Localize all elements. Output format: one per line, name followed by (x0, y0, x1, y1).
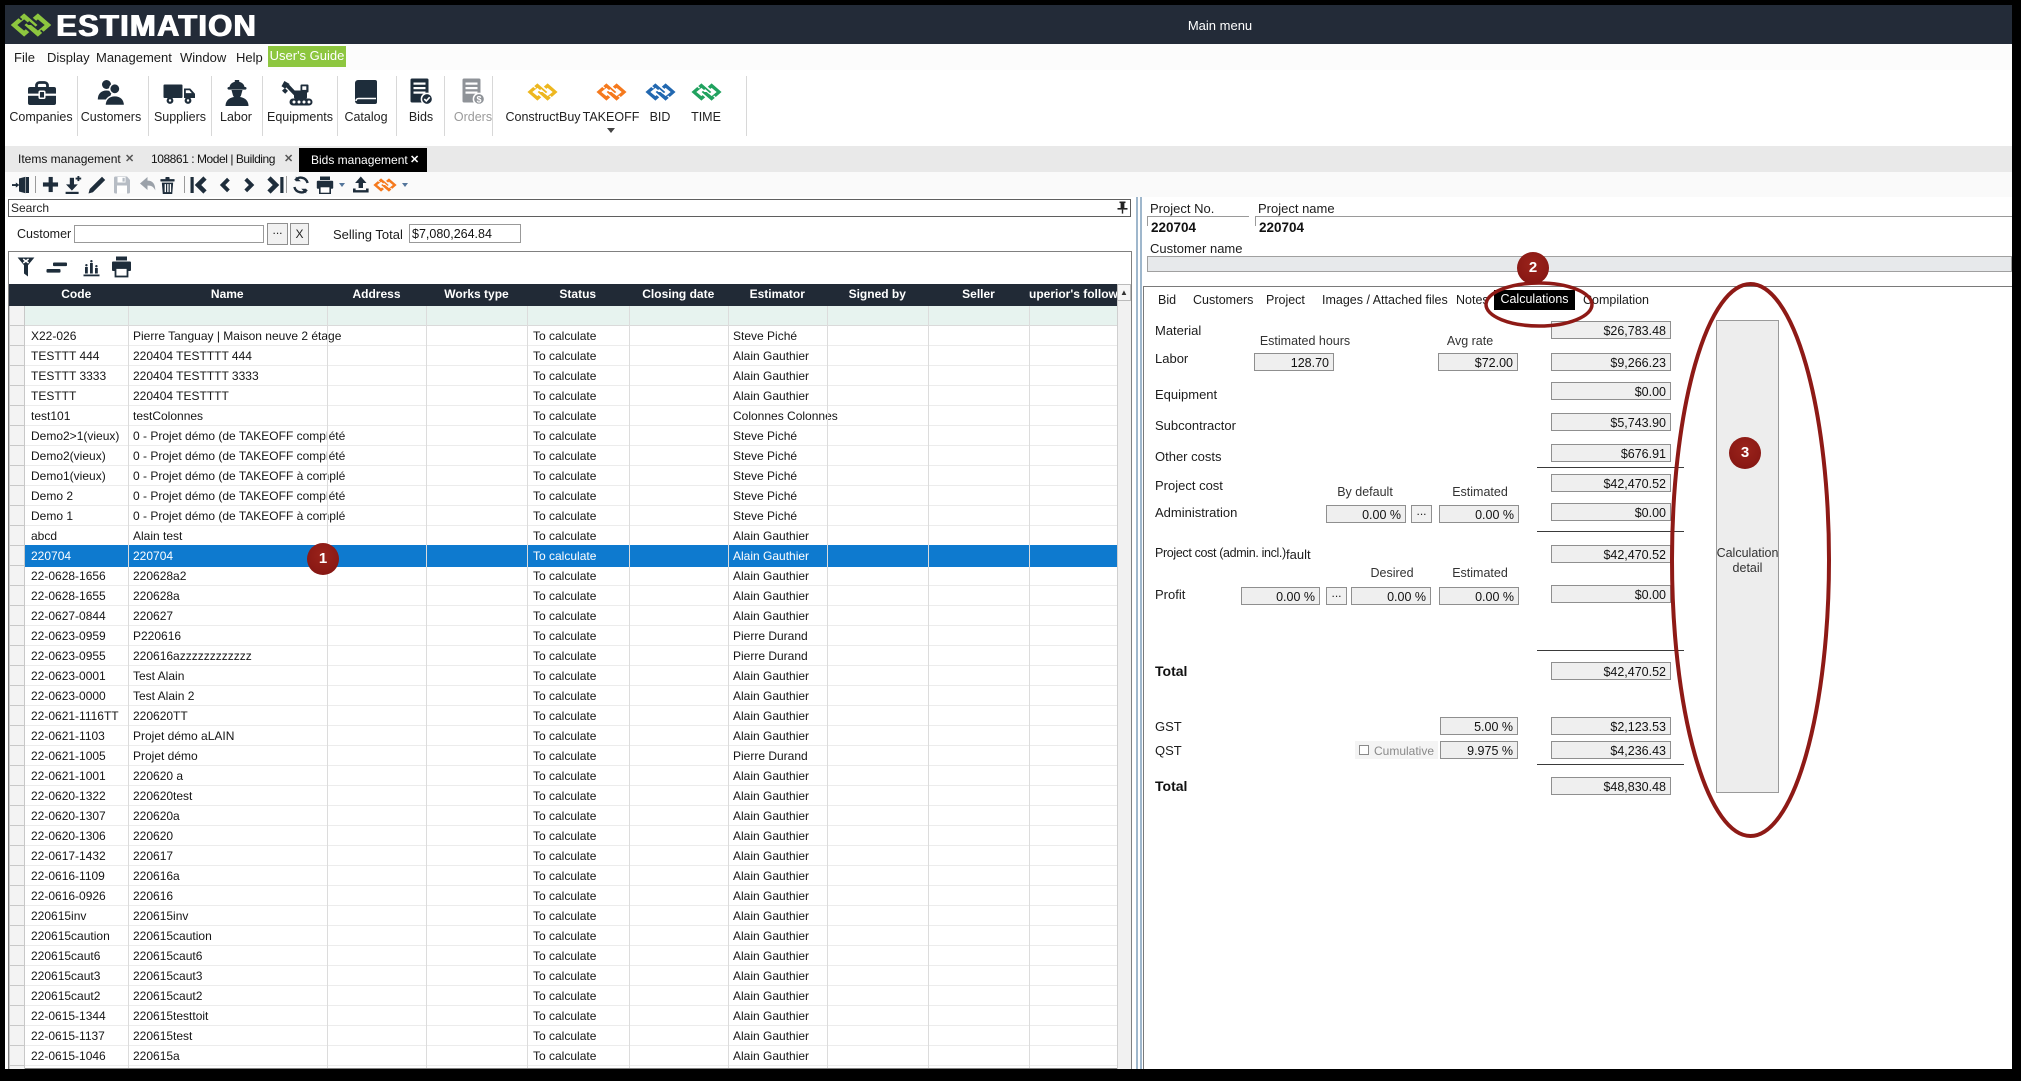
svg-text:$: $ (476, 94, 481, 104)
